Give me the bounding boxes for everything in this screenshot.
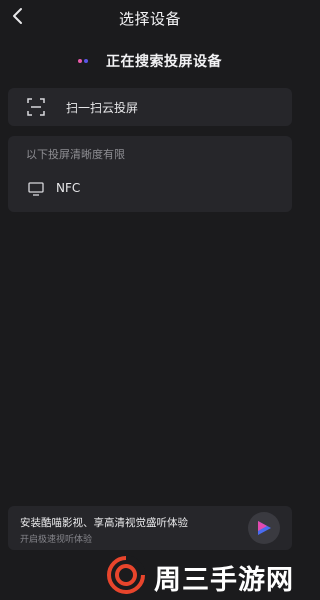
device-list: 以下投屏清晰度有限 NFC bbox=[8, 136, 292, 212]
loading-dots-icon bbox=[78, 57, 92, 65]
page-title: 选择设备 bbox=[118, 10, 181, 28]
searching-status: 正在搜索投屏设备 bbox=[0, 50, 300, 72]
loading-dot bbox=[78, 59, 82, 63]
scan-label: 扫一扫云投屏 bbox=[66, 101, 139, 115]
loading-dot bbox=[84, 59, 88, 63]
app-logo-icon[interactable] bbox=[248, 512, 280, 544]
promo-banner[interactable]: 安装酷喵影视、享高清视觉盛听体验 开启极速视听体验 bbox=[8, 506, 292, 550]
watermark-text: 周三手游网 bbox=[154, 565, 294, 596]
play-logo-icon bbox=[258, 521, 271, 535]
scan-cloud-cast-button[interactable]: 扫一扫云投屏 bbox=[8, 88, 292, 126]
device-item-nfc[interactable]: NFC bbox=[8, 174, 292, 204]
promo-subtitle: 开启极速视听体验 bbox=[20, 535, 93, 545]
screen: 选择设备 正在搜索投屏设备 扫一扫云投屏 以下投屏清晰度有限 NFC 安装酷喵影… bbox=[0, 0, 300, 600]
scan-icon bbox=[27, 98, 45, 116]
searching-text: 正在搜索投屏设备 bbox=[106, 54, 222, 70]
tv-icon bbox=[28, 182, 44, 196]
header: 选择设备 bbox=[0, 0, 300, 32]
resolution-limit-label: 以下投屏清晰度有限 bbox=[26, 148, 125, 161]
device-name: NFC bbox=[56, 181, 81, 195]
watermark: 周三手游网 bbox=[106, 552, 298, 598]
promo-title: 安装酷喵影视、享高清视觉盛听体验 bbox=[20, 517, 188, 529]
watermark-logo-icon bbox=[107, 555, 146, 594]
